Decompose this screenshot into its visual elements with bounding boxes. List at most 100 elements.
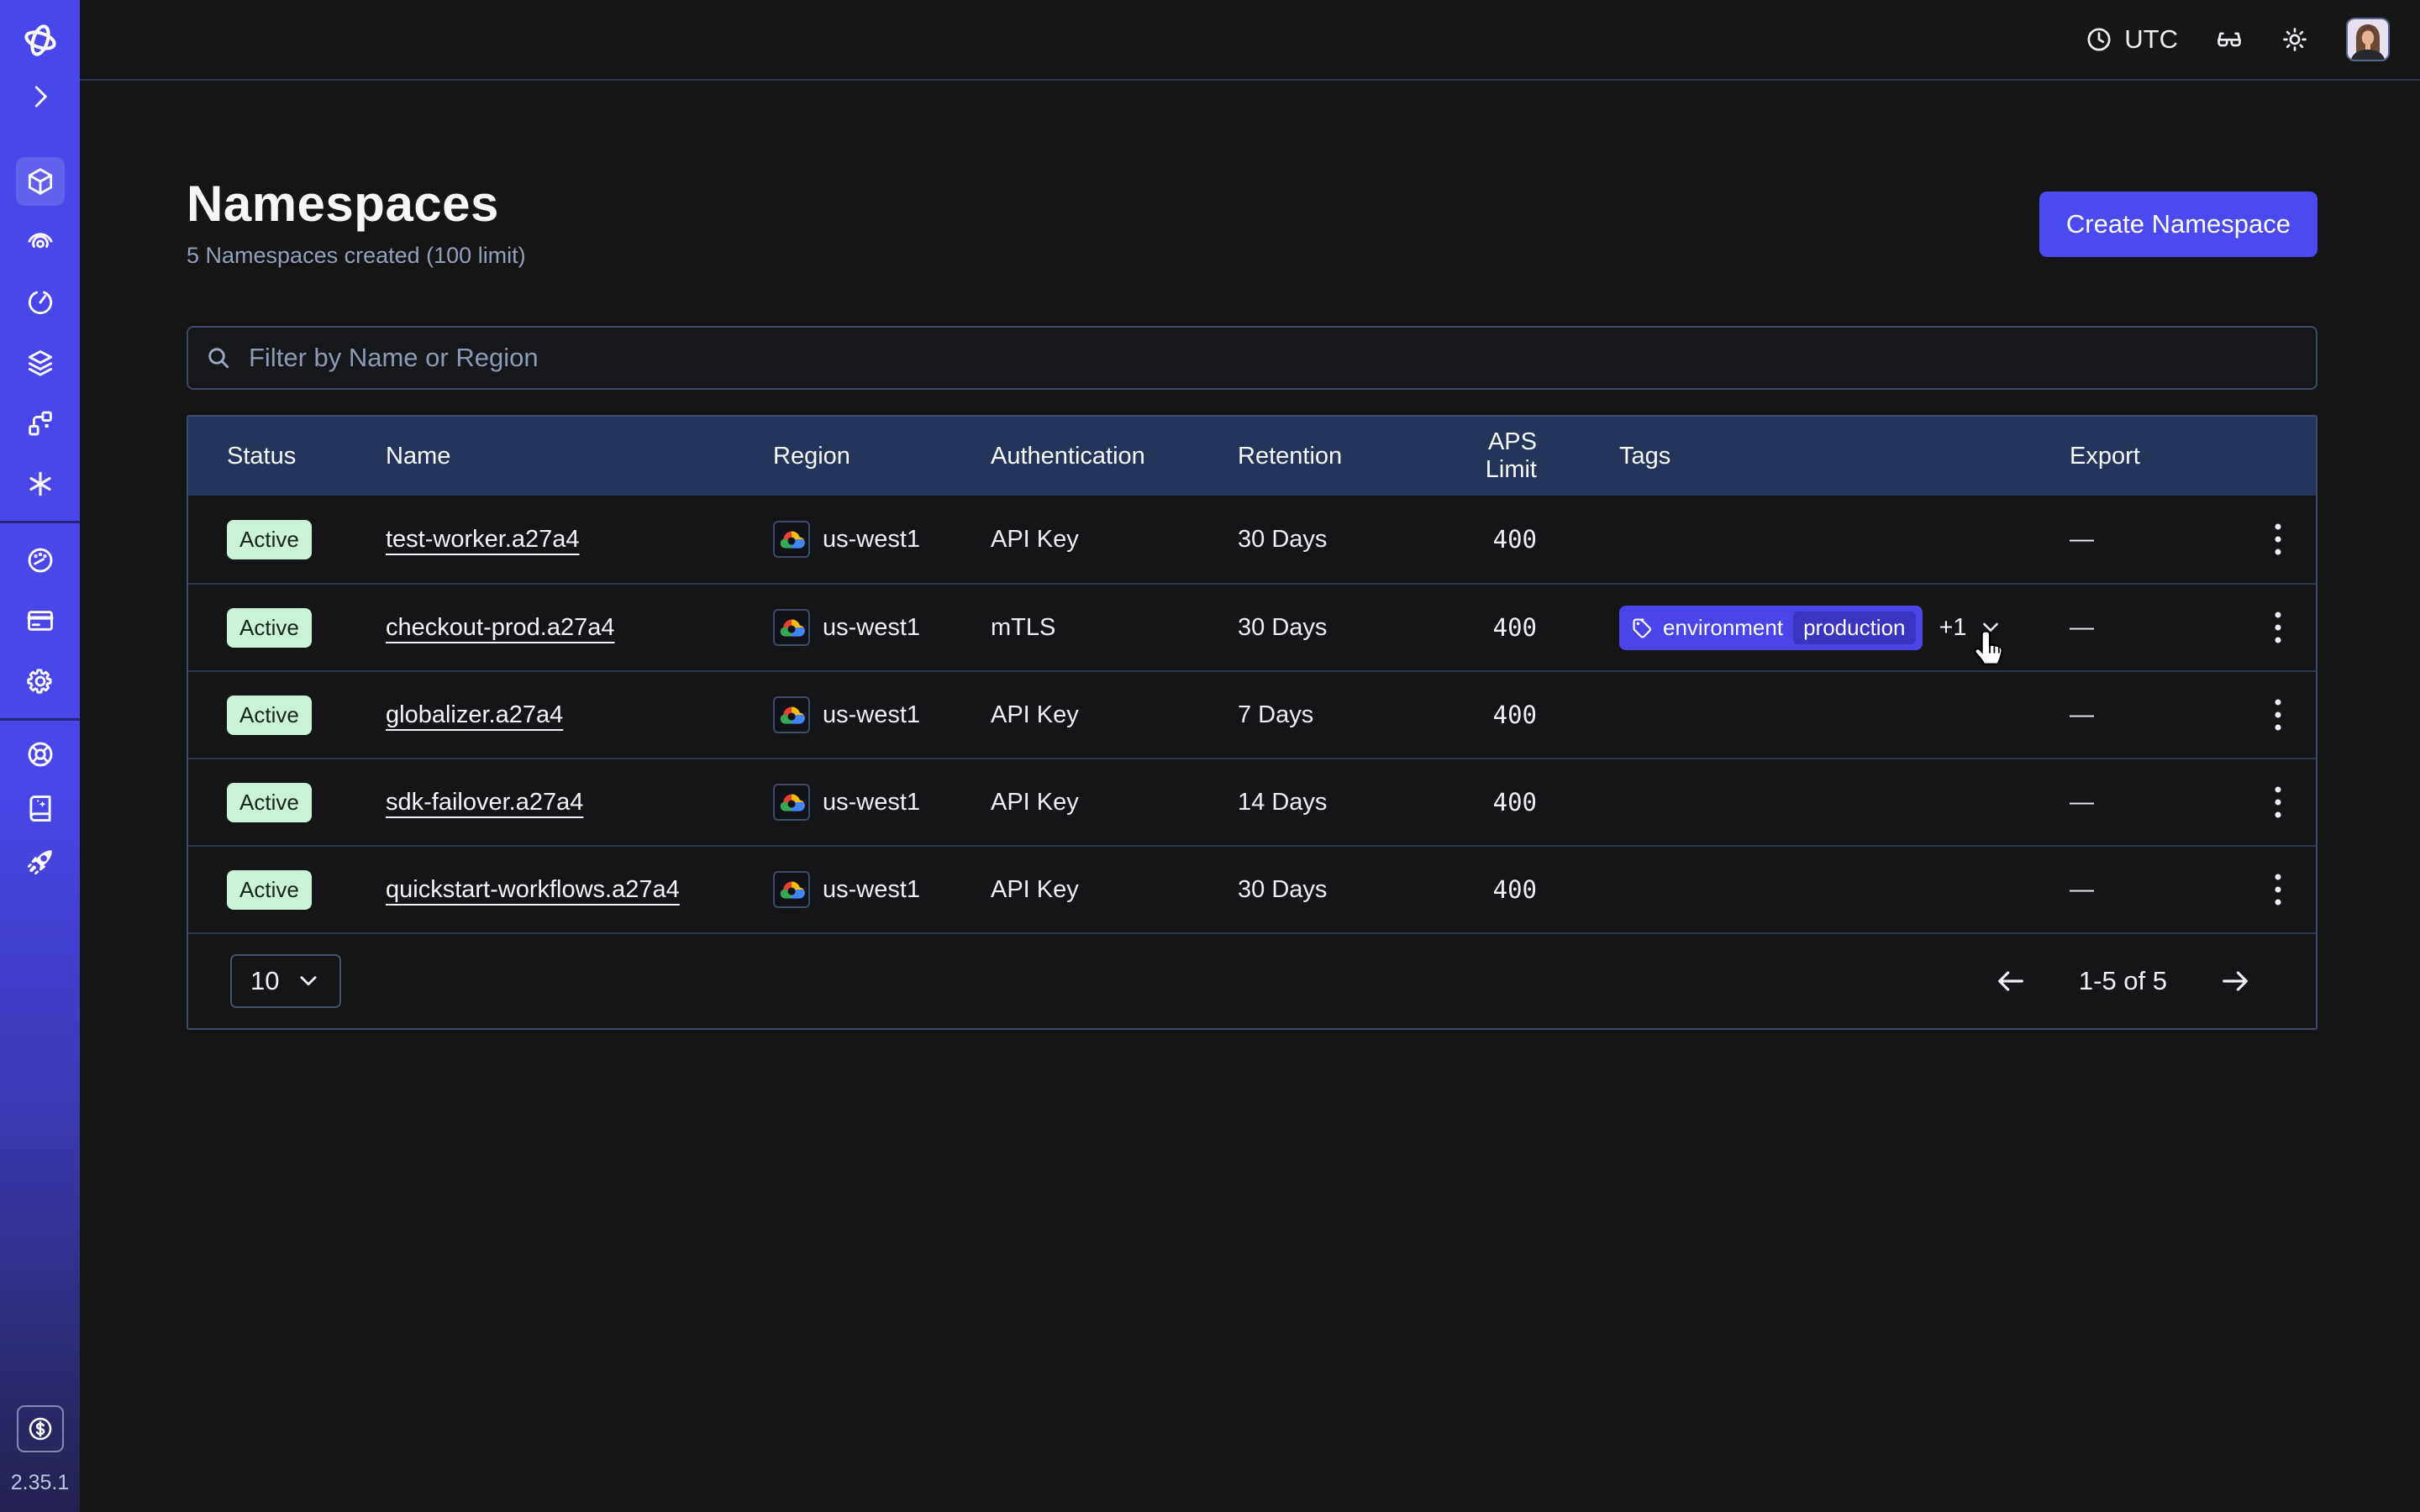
name-cell: sdk-failover.a27a4: [386, 789, 773, 816]
region-label: us-west1: [823, 526, 920, 554]
kebab-menu-icon: [2274, 873, 2282, 906]
sun-icon: [2281, 25, 2309, 54]
kebab-menu-icon: [2274, 785, 2282, 819]
tag-value: production: [1793, 612, 1915, 644]
col-authentication: Authentication: [991, 443, 1238, 470]
namespace-link[interactable]: test-worker.a27a4: [386, 526, 580, 553]
sidebar-divider: [0, 718, 80, 721]
namespace-link[interactable]: sdk-failover.a27a4: [386, 789, 583, 816]
aps-cell: 400: [1433, 875, 1619, 904]
gear-icon: [24, 665, 56, 697]
table-row: Activeglobalizer.a27a4 us-west1API Key7 …: [188, 670, 2316, 758]
next-page-button[interactable]: [2213, 959, 2257, 1003]
export-cell: —: [2070, 526, 2240, 554]
prev-page-button[interactable]: [1989, 959, 2033, 1003]
col-aps-limit: APS Limit: [1433, 428, 1619, 484]
google-cloud-icon: [778, 526, 805, 553]
user-avatar[interactable]: [2346, 18, 2390, 61]
region-label: us-west1: [823, 701, 920, 729]
sidebar-item-docs[interactable]: [0, 781, 80, 835]
region-label: us-west1: [823, 789, 920, 816]
credits-button[interactable]: [17, 1405, 64, 1452]
search-icon: [205, 344, 232, 371]
row-actions-button[interactable]: [2260, 777, 2296, 827]
col-retention: Retention: [1238, 443, 1433, 470]
sidebar-item-batch-operations[interactable]: [0, 454, 80, 514]
retention-cell: 30 Days: [1238, 526, 1433, 554]
namespace-link[interactable]: quickstart-workflows.a27a4: [386, 876, 680, 903]
status-badge: Active: [227, 520, 312, 559]
name-cell: globalizer.a27a4: [386, 701, 773, 729]
sidebar-item-schedules[interactable]: [0, 272, 80, 333]
sidebar-item-support[interactable]: [0, 727, 80, 781]
tag-pill[interactable]: environmentproduction: [1619, 606, 1923, 650]
aps-cell: 400: [1433, 701, 1619, 729]
name-cell: test-worker.a27a4: [386, 526, 773, 554]
labs-toggle[interactable]: [2215, 25, 2244, 54]
row-actions-button[interactable]: [2260, 514, 2296, 564]
aps-cell: 400: [1433, 613, 1619, 642]
auth-cell: mTLS: [991, 614, 1238, 642]
namespaces-table: Status Name Region Authentication Retent…: [187, 415, 2317, 1030]
region-cell: us-west1: [773, 609, 991, 646]
kebab-menu-icon: [2274, 698, 2282, 732]
row-actions-button[interactable]: [2260, 864, 2296, 915]
sidebar-item-getting-started[interactable]: [0, 835, 80, 889]
status-cell: Active: [227, 783, 386, 822]
insights-icon: [24, 226, 56, 258]
sidebar-item-settings[interactable]: [0, 651, 80, 711]
cloud-provider-icon-box: [773, 871, 810, 908]
row-actions-button[interactable]: [2260, 690, 2296, 740]
status-cell: Active: [227, 520, 386, 559]
layers-icon: [24, 347, 56, 379]
google-cloud-icon: [778, 876, 805, 903]
region-label: us-west1: [823, 614, 920, 642]
table-row: Active sdk-failover.a27a4 us-west1 API Key…: [188, 758, 2316, 845]
theme-toggle[interactable]: [2281, 25, 2309, 54]
page-subtitle: 5 Namespaces created (100 limit): [187, 243, 526, 269]
status-cell: Active: [227, 696, 386, 735]
create-namespace-button[interactable]: Create Namespace: [2039, 192, 2317, 257]
sidebar-item-usage[interactable]: [0, 530, 80, 591]
active-item-highlight: [16, 157, 65, 206]
auth-cell: API Key: [991, 701, 1238, 729]
topbar: UTC: [80, 0, 2420, 81]
sidebar-divider: [0, 521, 80, 523]
timer-icon: [24, 286, 56, 318]
table-header: Status Name Region Authentication Retent…: [188, 417, 2316, 496]
sidebar-item-namespaces[interactable]: [0, 151, 80, 212]
timezone-label: UTC: [2124, 24, 2178, 55]
tags-expand-button[interactable]: [1979, 616, 2002, 639]
auth-cell: API Key: [991, 876, 1238, 904]
region-cell: us-west1: [773, 871, 991, 908]
timezone-selector[interactable]: UTC: [2085, 24, 2178, 55]
sidebar-expand-button[interactable]: [0, 72, 80, 121]
page-size-select[interactable]: 10: [230, 954, 341, 1008]
status-badge: Active: [227, 870, 312, 910]
row-actions-button[interactable]: [2260, 602, 2296, 653]
google-cloud-icon: [778, 614, 805, 641]
sidebar-item-deployments[interactable]: [0, 333, 80, 393]
namespace-link[interactable]: globalizer.a27a4: [386, 701, 563, 728]
google-cloud-icon: [778, 701, 805, 728]
retention-cell: 30 Days: [1238, 876, 1433, 904]
export-cell: —: [2070, 614, 2240, 642]
asterisk-icon: [24, 468, 56, 500]
col-tags: Tags: [1619, 443, 2070, 470]
name-cell: checkout-prod.a27a4: [386, 614, 773, 642]
col-region: Region: [773, 443, 991, 470]
auth-cell: API Key: [991, 789, 1238, 816]
sidebar-item-billing[interactable]: [0, 591, 80, 651]
sidebar-item-insights[interactable]: [0, 212, 80, 272]
region-cell: us-west1: [773, 784, 991, 821]
status-badge: Active: [227, 783, 312, 822]
sidebar-item-nexus[interactable]: [0, 393, 80, 454]
arrow-right-icon: [2218, 964, 2252, 998]
cube-icon: [24, 165, 56, 197]
clock-icon: [2085, 25, 2113, 54]
temporal-logo[interactable]: [0, 8, 80, 72]
tag-more-count[interactable]: +1: [1939, 614, 1967, 642]
filter-input[interactable]: [187, 326, 2317, 390]
namespace-link[interactable]: checkout-prod.a27a4: [386, 614, 614, 641]
auth-cell: API Key: [991, 526, 1238, 554]
